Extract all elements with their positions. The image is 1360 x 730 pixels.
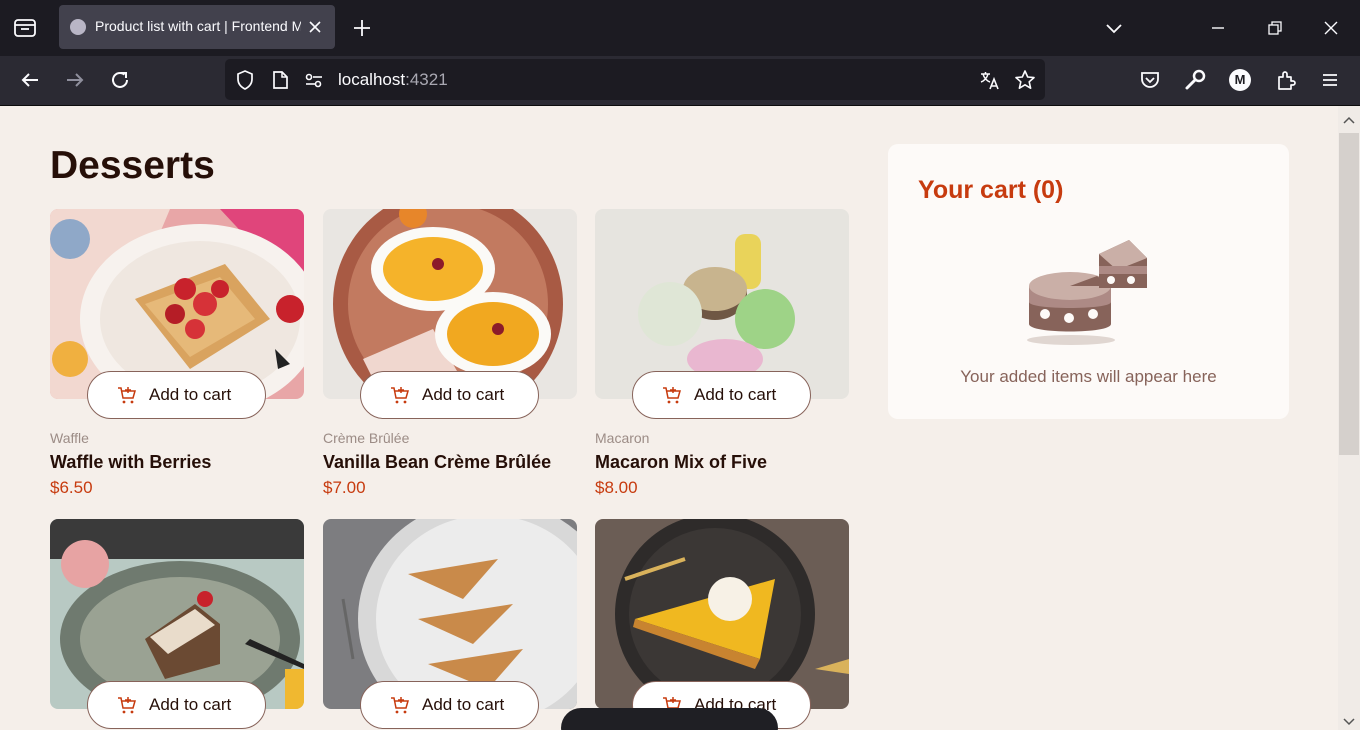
add-to-cart-button[interactable]: Add to cart [360,681,539,729]
new-tab-icon[interactable] [350,16,374,40]
add-to-cart-label: Add to cart [149,695,232,714]
bookmark-star-icon[interactable] [1014,69,1036,91]
product-name: Macaron Mix of Five [595,452,768,472]
product-price: $6.50 [50,478,93,497]
product-category: Waffle [50,430,89,446]
list-all-tabs-icon[interactable] [1102,16,1126,40]
address-bar[interactable]: localhost:4321 [225,59,1045,100]
product-category: Macaron [595,430,650,446]
dev-toolbar[interactable] [561,708,778,730]
account-avatar[interactable]: M [1229,69,1251,91]
add-to-cart-button[interactable]: Add to cart [87,681,266,729]
page-scrollbar[interactable] [1338,106,1360,730]
product-name: Vanilla Bean Crème Brûlée [323,452,552,472]
tab-list-icon[interactable] [12,16,38,40]
url-port: :4321 [405,70,448,89]
add-to-cart-icon [390,695,410,715]
wrench-icon[interactable] [1183,68,1207,92]
product-name: Waffle with Berries [50,452,212,472]
add-to-cart-icon [117,695,137,715]
add-to-cart-label: Add to cart [694,385,777,404]
cart-title: Your cart (0) [918,176,1064,204]
translate-icon[interactable] [979,69,1001,91]
close-window-icon[interactable] [1319,16,1343,40]
page-title: Desserts [50,144,215,187]
active-tab[interactable]: Product list with cart | Frontend Mentor [59,5,335,49]
add-to-cart-button[interactable]: Add to cart [632,371,811,419]
add-to-cart-icon [390,385,410,405]
empty-cart-message: Your added items will appear here [960,367,1217,386]
restore-icon[interactable] [1263,16,1287,40]
add-to-cart-label: Add to cart [422,695,505,714]
add-to-cart-icon [662,385,682,405]
reload-icon[interactable] [108,68,132,92]
extensions-icon[interactable] [1274,68,1298,92]
forward-icon[interactable] [63,68,87,92]
scrollbar-thumb[interactable] [1339,133,1359,455]
permissions-icon[interactable] [303,69,325,91]
add-to-cart-label: Add to cart [149,385,232,404]
app-menu-icon[interactable] [1318,68,1342,92]
back-icon[interactable] [18,68,42,92]
page-content: Desserts Add to cart Waffle Waffle with … [0,106,1338,730]
shield-icon[interactable] [234,69,256,91]
add-to-cart-button[interactable]: Add to cart [87,371,266,419]
tab-favicon-icon [70,19,86,35]
add-to-cart-icon [117,385,137,405]
add-to-cart-label: Add to cart [422,385,505,404]
tab-title: Product list with cart | Frontend Mentor [95,18,301,34]
product-category: Crème Brûlée [323,430,410,446]
cart-panel: Your cart (0) Your added items will appe… [888,144,1289,419]
browser-tab-bar: Product list with cart | Frontend Mentor [0,0,1360,56]
empty-cart-cake-icon [1025,236,1153,346]
pocket-icon[interactable] [1138,68,1162,92]
product-price: $8.00 [595,478,638,497]
scroll-up-icon[interactable] [1343,112,1355,124]
minimize-icon[interactable] [1206,16,1230,40]
url-host: localhost [338,70,406,89]
url-text[interactable]: localhost:4321 [338,70,448,90]
product-price: $7.00 [323,478,366,497]
browser-navigation-bar: localhost:4321 M [0,56,1360,106]
scroll-down-icon[interactable] [1343,714,1355,726]
page-icon[interactable] [269,69,291,91]
add-to-cart-button[interactable]: Add to cart [360,371,539,419]
close-tab-icon[interactable] [305,17,325,37]
